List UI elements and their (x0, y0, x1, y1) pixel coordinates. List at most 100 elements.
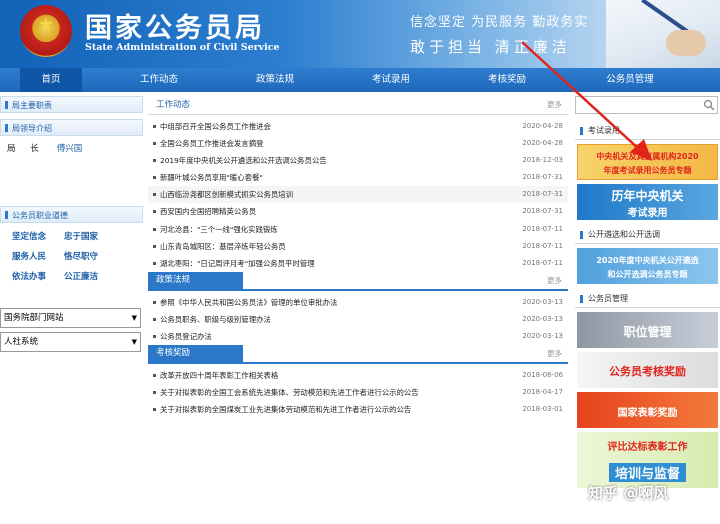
slogan-line-2: 敢于担当 清正廉洁 (410, 38, 571, 56)
list-item-date: 2018-12-03 (522, 156, 563, 165)
leader-name-link[interactable]: 傅兴国 (57, 142, 83, 154)
gov-sites-select[interactable]: 国务院部门网站 ▼ (0, 308, 141, 328)
list-item-date: 2018-07-11 (522, 241, 563, 250)
banner-text: 历年中央机关 (611, 189, 684, 203)
list-item[interactable]: 湖北枣阳："日记周评月考"加强公务员平时管理 2018-07-11 (148, 255, 568, 272)
more-link[interactable]: 更多 (547, 99, 562, 110)
list-item[interactable]: 公务员职务、职级与级别管理办法 2020-03-13 (148, 311, 568, 328)
main-content: 工作动态 更多 中组部召开全国公务员工作推进会 2020-04-28 全国公务员工作… (148, 96, 568, 418)
banner-position-mgmt[interactable]: 职位管理 (577, 312, 718, 348)
right-sidebar: 考试录用 中央机关及其直属机构2020 年度考试录用公务员专题 历年中央机关 考… (575, 96, 720, 488)
list-item-title[interactable]: 西安国内全国招聘精英公务员 (160, 207, 256, 216)
slogan-line-1: 信念坚定 为民服务 勤政务实 (410, 15, 589, 30)
list-item[interactable]: 全国公务员工作推进会发言摘登 2020-04-28 (148, 135, 568, 152)
list-item-title[interactable]: 公务员职务、职级与级别管理办法 (160, 315, 271, 324)
list-item[interactable]: 新疆叶城公务员享用"暖心套餐" 2018-07-31 (148, 169, 568, 186)
duties-link[interactable]: 局主要职责 (0, 96, 143, 113)
list-item[interactable]: 山东青岛城阳区：基层淬炼年轻公务员 2018-07-11 (148, 238, 568, 255)
ethics-item[interactable]: 公正廉洁 (46, 267, 98, 287)
banner-past-exams[interactable]: 历年中央机关 考试录用 (577, 184, 718, 220)
list-item-title[interactable]: 河北沧县："三个一线"强化实践锻炼 (160, 225, 278, 234)
list-item-title[interactable]: 山西临汾尧都区创新模式抓实公务员培训 (160, 190, 293, 199)
list-item-title[interactable]: 公务员登记办法 (160, 332, 212, 341)
ethics-item[interactable]: 忠于国家 (46, 227, 98, 247)
exam-heading: 考试录用 (575, 122, 720, 140)
list-item-title[interactable]: 2019年度中央机关公开遴选和公开选调公务员公告 (160, 156, 327, 165)
dropdown-caret-icon: ▼ (131, 314, 137, 322)
banner-2020-exam[interactable]: 中央机关及其直属机构2020 年度考试录用公务员专题 (577, 144, 718, 180)
list-item[interactable]: 西安国内全国招聘精英公务员 2018-07-31 (148, 203, 568, 220)
list-item[interactable]: 2019年度中央机关公开遴选和公开选调公务员公告 2018-12-03 (148, 152, 568, 169)
leaders-heading[interactable]: 局领导介绍 (0, 119, 143, 136)
ethics-grid: 坚定信念 忠于国家 服务人民 恪尽职守 依法办事 公正廉洁 (0, 223, 143, 305)
ethics-item[interactable]: 坚定信念 (0, 227, 46, 247)
section-title[interactable]: 工作动态 (148, 97, 198, 114)
ethics-heading[interactable]: 公务员职业道德 (0, 206, 143, 223)
banner-evaluation-reward[interactable]: 公务员考核奖励 (577, 352, 718, 388)
star-icon: ★ (37, 14, 55, 35)
list-item-title[interactable]: 关于对拟表彰的全国工会系统先进集体、劳动模范和先进工作者进行公示的公告 (160, 388, 419, 397)
nav-exam[interactable]: 考试录用 (360, 68, 422, 92)
list-item-title[interactable]: 山东青岛城阳区：基层淬炼年轻公务员 (160, 242, 286, 251)
leader-role: 局 长 (7, 144, 45, 154)
list-item-title[interactable]: 新疆叶城公务员享用"暖心套餐" (160, 173, 263, 182)
list-item[interactable]: 中组部召开全国公务员工作推进会 2020-04-28 (148, 118, 568, 135)
hr-system-select[interactable]: 人社系统 ▼ (0, 332, 141, 352)
search-icon[interactable] (703, 99, 715, 111)
list-item-title[interactable]: 湖北枣阳："日记周评月考"加强公务员平时管理 (160, 259, 315, 268)
transfer-heading: 公开遴选和公开选调 (575, 226, 720, 244)
site-title[interactable]: 国家公务员局 (85, 6, 265, 45)
list-item-date: 2018-07-11 (522, 224, 563, 233)
list-item[interactable]: 参照《中华人民共和国公务员法》管理的单位审批办法 2020-03-13 (148, 294, 568, 311)
section-title[interactable]: 政策法规 (148, 271, 243, 289)
hr-system-select-value: 人社系统 (4, 337, 39, 347)
list-item-title[interactable]: 改革开放四十周年表彰工作相关表格 (160, 371, 278, 380)
national-emblem-logo[interactable]: ★ (20, 5, 72, 57)
header-photo (606, 0, 720, 68)
list-item-date: 2018-07-31 (522, 207, 563, 216)
nav-policy[interactable]: 政策法规 (244, 68, 306, 92)
nav-evaluation[interactable]: 考核奖励 (476, 68, 538, 92)
banner-text: 职位管理 (623, 325, 672, 339)
list-item[interactable]: 公务员登记办法 2020-03-13 (148, 328, 568, 345)
ethics-item[interactable]: 恪尽职守 (46, 247, 98, 267)
list-item[interactable]: 关于对拟表彰的全国工会系统先进集体、劳动模范和先进工作者进行公示的公告 2018-… (148, 384, 568, 401)
ethics-item[interactable]: 依法办事 (0, 267, 46, 287)
search-input[interactable] (575, 96, 718, 114)
list-item-date: 2020-04-28 (522, 139, 563, 148)
ethics-item[interactable]: 服务人民 (0, 247, 46, 267)
gov-sites-select-value: 国务院部门网站 (4, 313, 64, 323)
watermark: 知乎 @啊风 (588, 484, 669, 502)
more-link[interactable]: 更多 (547, 275, 562, 286)
banner-training[interactable]: 评比达标表彰工作 培训与监督 (577, 432, 718, 488)
list-item-title[interactable]: 全国公务员工作推进会发言摘登 (160, 139, 263, 148)
banner-text: 评比达标表彰工作 (607, 442, 688, 453)
banner-text: 年度考试录用公务员专题 (603, 166, 692, 175)
list-item[interactable]: 改革开放四十周年表彰工作相关表格 2018-06-06 (148, 367, 568, 384)
main-nav: 首页 工作动态 政策法规 考试录用 考核奖励 公务员管理 (0, 68, 720, 92)
list-item[interactable]: 山西临汾尧都区创新模式抓实公务员培训 2018-07-31 (148, 186, 568, 204)
banner-national-honors[interactable]: 国家表彰奖励 (577, 392, 718, 428)
work-news-list: 中组部召开全国公务员工作推进会 2020-04-28 全国公务员工作推进会发言摘登 2… (148, 115, 568, 272)
section-header-evaluation: 考核奖励 更多 (148, 345, 568, 365)
list-item-date: 2018-07-31 (522, 190, 563, 199)
list-item-date: 2018-04-17 (522, 388, 563, 397)
list-item-title[interactable]: 中组部召开全国公务员工作推进会 (160, 122, 271, 131)
list-item-date: 2020-03-13 (522, 314, 563, 323)
list-item[interactable]: 河北沧县："三个一线"强化实践锻炼 2018-07-11 (148, 221, 568, 238)
list-item[interactable]: 关于对拟表彰的全国煤炭工业先进集体劳动模范和先进工作者进行公示的公告 2018-0… (148, 401, 568, 418)
section-title[interactable]: 考核奖励 (148, 345, 243, 363)
nav-civil-servant-mgmt[interactable]: 公务员管理 (592, 68, 668, 92)
banner-2020-transfer[interactable]: 2020年度中央机关公开遴选 和公开选调公务员专题 (577, 248, 718, 284)
list-item-title[interactable]: 关于对拟表彰的全国煤炭工业先进集体劳动模范和先进工作者进行公示的公告 (160, 405, 411, 414)
list-item-date: 2020-04-28 (522, 122, 563, 130)
nav-home[interactable]: 首页 (20, 68, 82, 92)
list-item-date: 2018-07-31 (522, 173, 563, 182)
leader-entry: 局 长 傅兴国 (0, 136, 143, 182)
nav-work-news[interactable]: 工作动态 (128, 68, 190, 92)
banner-text: 2020年度中央机关公开遴选 (596, 256, 699, 265)
more-link[interactable]: 更多 (547, 348, 562, 359)
list-item-date: 2020-03-13 (522, 297, 563, 306)
evaluation-list: 改革开放四十周年表彰工作相关表格 2018-06-06 关于对拟表彰的全国工会系统先… (148, 364, 568, 418)
list-item-title[interactable]: 参照《中华人民共和国公务员法》管理的单位审批办法 (160, 298, 337, 307)
